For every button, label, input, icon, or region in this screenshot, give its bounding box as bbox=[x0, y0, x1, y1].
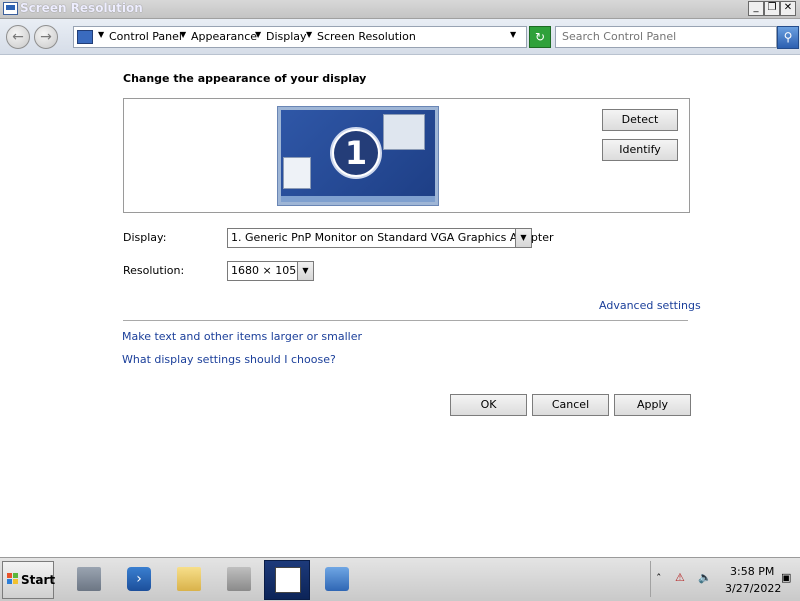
chevron-down-icon[interactable]: ▼ bbox=[297, 262, 313, 280]
restore-button[interactable]: ❐ bbox=[764, 1, 780, 16]
clock-date[interactable]: 3/27/2022 bbox=[725, 582, 781, 595]
window-thumbnail-icon bbox=[383, 114, 425, 150]
monitor-number: 1 bbox=[334, 131, 378, 175]
taskbar-item-powershell[interactable]: › bbox=[116, 560, 162, 600]
page-heading: Change the appearance of your display bbox=[123, 72, 367, 85]
clock-time[interactable]: 3:58 PM bbox=[730, 565, 774, 578]
back-button[interactable]: ← bbox=[6, 25, 30, 49]
search-button[interactable]: ⚲ bbox=[777, 26, 799, 49]
start-button[interactable]: Start bbox=[2, 561, 56, 599]
address-dropdown-icon[interactable]: ▼ bbox=[510, 30, 516, 39]
server-manager-icon bbox=[77, 567, 101, 591]
identify-button[interactable]: Identify bbox=[602, 139, 678, 161]
screen-resolution-icon bbox=[275, 567, 301, 593]
windows-logo-icon bbox=[7, 573, 19, 585]
resolution-label: Resolution: bbox=[123, 264, 185, 277]
breadcrumb-item-appearance[interactable]: Appearance bbox=[191, 30, 257, 43]
display-preview-panel: 1 Detect Identify bbox=[123, 98, 690, 213]
minimize-button[interactable]: _ bbox=[748, 1, 764, 16]
breadcrumb-arrow-icon[interactable]: ▼ bbox=[306, 30, 312, 39]
window-thumbnail-icon bbox=[283, 157, 311, 189]
advanced-settings-link[interactable]: Advanced settings bbox=[599, 299, 701, 312]
breadcrumb-item-screen-resolution[interactable]: Screen Resolution bbox=[317, 30, 416, 43]
taskbar-item-explorer[interactable] bbox=[166, 560, 212, 600]
title-bar: Screen Resolution _ ❐ ✕ bbox=[0, 0, 800, 19]
divider bbox=[123, 320, 688, 321]
start-label: Start bbox=[21, 573, 56, 587]
breadcrumb-arrow-icon[interactable]: ▼ bbox=[180, 30, 186, 39]
chevron-down-icon[interactable]: ▼ bbox=[515, 229, 531, 247]
search-input[interactable] bbox=[556, 27, 778, 45]
network-warning-icon[interactable]: ⚠ bbox=[675, 571, 685, 584]
notification-area: ˆ ⚠ 🔈 3:58 PM 3/27/2022 ▣ bbox=[650, 561, 799, 597]
search-box[interactable] bbox=[555, 26, 778, 48]
breadcrumb-item-display[interactable]: Display bbox=[266, 30, 307, 43]
control-panel-icon bbox=[77, 30, 93, 44]
monitor-thumbnail[interactable]: 1 bbox=[277, 106, 439, 206]
search-icon: ⚲ bbox=[783, 30, 793, 44]
refresh-icon: ↻ bbox=[534, 30, 546, 44]
ok-button[interactable]: OK bbox=[450, 394, 527, 416]
taskbar-item-server-manager[interactable] bbox=[66, 560, 112, 600]
display-select[interactable]: 1. Generic PnP Monitor on Standard VGA G… bbox=[227, 228, 554, 248]
taskbar-item-control-panel[interactable] bbox=[314, 560, 360, 600]
apply-button[interactable]: Apply bbox=[614, 394, 691, 416]
control-panel-icon bbox=[325, 567, 349, 591]
tools-icon bbox=[227, 567, 251, 591]
volume-muted-icon[interactable]: 🔈 bbox=[698, 571, 712, 584]
breadcrumb-arrow-icon[interactable]: ▼ bbox=[255, 30, 261, 39]
monitor-number-badge: 1 bbox=[330, 127, 382, 179]
screen-resolution-app-icon bbox=[3, 2, 18, 15]
refresh-button[interactable]: ↻ bbox=[529, 26, 551, 48]
cancel-button[interactable]: Cancel bbox=[532, 394, 609, 416]
close-button[interactable]: ✕ bbox=[780, 1, 796, 16]
folder-icon bbox=[177, 567, 201, 591]
show-hidden-icons-icon[interactable]: ˆ bbox=[656, 572, 662, 585]
window-title: Screen Resolution bbox=[20, 1, 143, 15]
back-arrow-icon: ← bbox=[12, 29, 24, 45]
detect-button[interactable]: Detect bbox=[602, 109, 678, 131]
display-select-value: 1. Generic PnP Monitor on Standard VGA G… bbox=[231, 231, 554, 244]
taskbar-item-tools[interactable] bbox=[216, 560, 262, 600]
address-bar: ← → ▼ Control Panel ▼ Appearance ▼ Displ… bbox=[0, 19, 800, 55]
display-settings-help-link[interactable]: What display settings should I choose? bbox=[122, 353, 336, 366]
resolution-select-value: 1680 × 1050 bbox=[231, 264, 304, 277]
powershell-icon: › bbox=[127, 567, 151, 591]
display-label: Display: bbox=[123, 231, 167, 244]
text-size-link[interactable]: Make text and other items larger or smal… bbox=[122, 330, 362, 343]
taskbar: Start › ˆ ⚠ 🔈 3:58 PM 3/27/2022 ▣ bbox=[0, 557, 800, 601]
forward-arrow-icon: → bbox=[40, 29, 52, 45]
breadcrumb[interactable]: ▼ Control Panel ▼ Appearance ▼ Display ▼… bbox=[73, 26, 527, 48]
monitor-taskbar-strip bbox=[281, 196, 435, 202]
resolution-select[interactable]: 1680 × 1050 ▼ bbox=[227, 261, 314, 281]
taskbar-item-screen-resolution[interactable] bbox=[264, 560, 310, 600]
forward-button[interactable]: → bbox=[34, 25, 58, 49]
show-desktop-icon[interactable]: ▣ bbox=[781, 571, 791, 584]
breadcrumb-arrow-icon[interactable]: ▼ bbox=[98, 30, 104, 39]
breadcrumb-item-control-panel[interactable]: Control Panel bbox=[109, 30, 182, 43]
